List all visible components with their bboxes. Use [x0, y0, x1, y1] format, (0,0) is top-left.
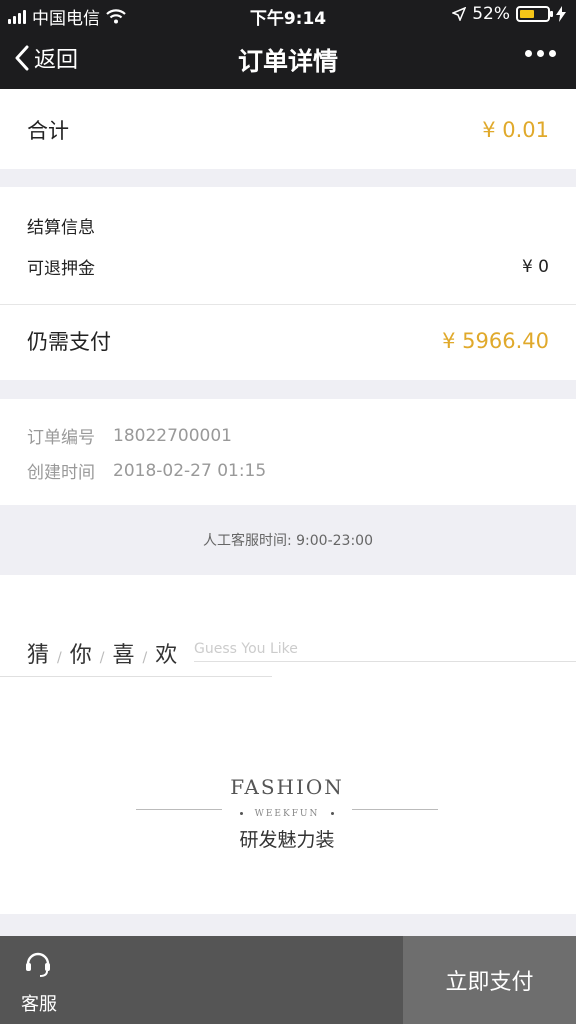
deposit-row: 可退押金 ¥ 0 — [27, 254, 549, 280]
order-number-value: 18022700001 — [113, 425, 232, 446]
location-arrow-icon — [452, 7, 467, 21]
settlement-heading: 结算信息 — [27, 218, 95, 238]
top-bar: 中国电信 下午9:14 52% 返回 订单详情 — [0, 0, 576, 89]
total-row: 合计 ¥ 0.01 — [27, 115, 549, 145]
guess-separator: / — [99, 650, 105, 666]
charging-bolt-icon — [556, 6, 566, 22]
order-number-row: 订单编号 18022700001 — [27, 423, 549, 449]
brand-wordmark: FASHION — [230, 775, 344, 799]
page-title: 订单详情 — [237, 47, 338, 76]
brand-caption: 研发魅力装 — [239, 829, 335, 851]
brand-logo[interactable]: FASHION WEEKFUN 研发魅力装 — [136, 775, 438, 852]
order-created-value: 2018-02-27 01:15 — [113, 460, 267, 481]
customer-service-label: 客服 — [21, 994, 57, 1015]
guess-char: 喜 — [112, 643, 135, 668]
settlement-card: 结算信息 可退押金 ¥ 0 仍需支付 ¥ 5966.40 — [0, 187, 576, 380]
settlement-heading-row: 结算信息 — [27, 213, 549, 238]
headset-icon — [26, 952, 50, 977]
service-hours: 人工客服时间: 9:00-23:00 — [202, 533, 373, 549]
guess-you-like-section: 猜 / 你 / 喜 / 欢 Guess You Like FASHION WEE… — [0, 575, 576, 914]
due-value: ¥ 5966.40 — [442, 329, 549, 353]
battery-icon — [516, 6, 553, 22]
total-value: ¥ 0.01 — [482, 118, 549, 142]
settlement-divider — [0, 304, 576, 305]
order-info-card: 订单编号 18022700001 创建时间 2018-02-27 01:15 — [0, 399, 576, 505]
brand-subrow: WEEKFUN — [136, 801, 438, 819]
status-bar: 中国电信 下午9:14 52% — [0, 0, 576, 30]
order-created-label: 创建时间 — [27, 463, 95, 483]
order-number-label: 订单编号 — [27, 428, 95, 448]
guess-underline — [0, 676, 272, 677]
guess-char: 猜 — [27, 643, 50, 668]
battery-percent: 52% — [472, 4, 510, 24]
pay-now-button[interactable]: 立即支付 — [403, 936, 576, 1024]
guess-separator: / — [142, 650, 148, 666]
guess-english: Guess You Like — [194, 641, 298, 657]
total-label: 合计 — [27, 119, 69, 143]
due-label: 仍需支付 — [27, 330, 111, 354]
guess-char: 欢 — [155, 643, 178, 668]
total-card: 合计 ¥ 0.01 — [0, 89, 576, 169]
brand-sub: WEEKFUN — [254, 809, 320, 819]
due-row: 仍需支付 ¥ 5966.40 — [27, 326, 549, 356]
guess-separator: / — [57, 650, 62, 666]
status-right: 52% — [452, 4, 566, 24]
guess-title: 猜 / 你 / 喜 / 欢 — [27, 637, 177, 669]
deposit-value: ¥ 0 — [521, 256, 549, 277]
more-menu-icon[interactable] — [525, 50, 556, 57]
bottom-bar: 客服 立即支付 — [0, 936, 576, 1024]
guess-underline — [194, 661, 576, 662]
guess-char: 你 — [69, 643, 92, 668]
deposit-label: 可退押金 — [27, 259, 95, 279]
customer-service-button[interactable]: 客服 — [0, 936, 403, 1024]
brand-sub-wrapper: WEEKFUN — [221, 809, 353, 819]
nav-bar: 返回 订单详情 — [0, 30, 576, 89]
order-created-row: 创建时间 2018-02-27 01:15 — [27, 458, 549, 484]
